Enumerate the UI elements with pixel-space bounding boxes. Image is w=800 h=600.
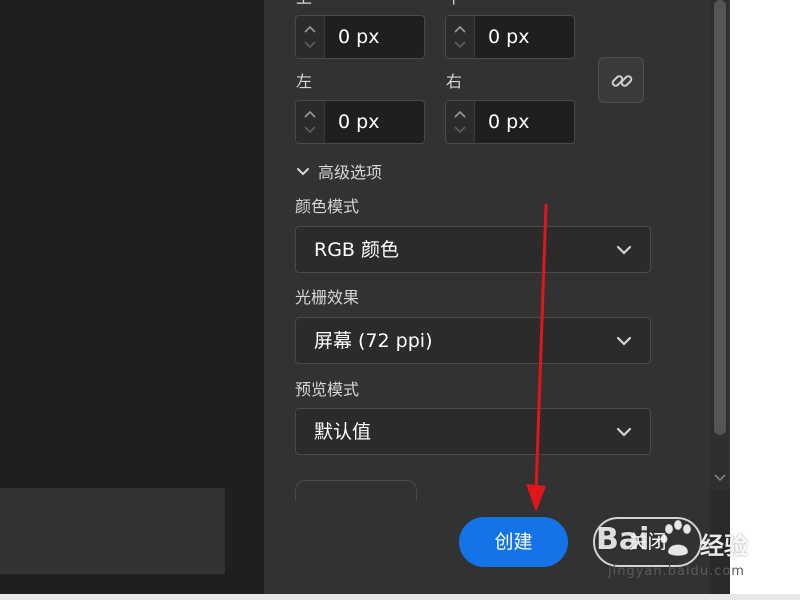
raster-effects-label: 光栅效果: [295, 288, 360, 307]
preset-thumbnail[interactable]: [0, 488, 225, 574]
scrollbar-thumb[interactable]: [714, 0, 726, 435]
margin-right-stepper[interactable]: 0 px: [445, 100, 575, 144]
advanced-options-label: 高级选项: [318, 163, 383, 182]
margin-right-label: 右: [446, 72, 463, 91]
margin-left-stepper[interactable]: 0 px: [295, 100, 425, 144]
link-margins-button[interactable]: [598, 57, 644, 103]
margin-top-label: 上: [296, 0, 312, 8]
preview-mode-value: 默认值: [314, 421, 372, 443]
margin-left-label: 左: [296, 72, 313, 91]
margin-top-value[interactable]: 0 px: [338, 26, 379, 48]
link-icon: [611, 75, 633, 87]
window-backdrop: [730, 0, 800, 600]
watermark-brand-right: 经验: [700, 532, 748, 560]
color-mode-select[interactable]: RGB 颜色: [295, 226, 651, 273]
stepper-arrows-icon[interactable]: [446, 101, 475, 143]
window-bottom-edge: [0, 594, 800, 600]
watermark-brand-left: Bai: [596, 522, 650, 557]
preview-mode-select[interactable]: 默认值: [295, 408, 651, 455]
stepper-arrows-icon[interactable]: [296, 16, 325, 58]
raster-effects-value: 屏幕 (72 ppi): [314, 330, 433, 352]
scroll-down-icon[interactable]: [712, 470, 728, 486]
watermark: Bai 经验 jingyan.baidu.com: [596, 512, 798, 584]
preview-mode-label: 预览模式: [295, 380, 360, 399]
raster-effects-select[interactable]: 屏幕 (72 ppi): [295, 317, 651, 364]
chevron-down-icon: [297, 168, 309, 176]
stepper-arrows-icon[interactable]: [296, 101, 325, 143]
margin-bottom-value[interactable]: 0 px: [488, 26, 529, 48]
margin-left-value[interactable]: 0 px: [338, 111, 379, 133]
margin-top-stepper[interactable]: 0 px: [295, 15, 425, 59]
margin-bottom-label: 下: [446, 0, 462, 8]
color-mode-value: RGB 颜色: [314, 239, 399, 261]
chevron-down-icon: [616, 336, 632, 346]
chevron-down-icon: [616, 245, 632, 255]
paw-icon: [660, 520, 692, 557]
stepper-arrows-icon[interactable]: [446, 16, 475, 58]
create-button[interactable]: 创建: [459, 517, 568, 567]
margin-bottom-stepper[interactable]: 0 px: [445, 15, 575, 59]
color-mode-label: 颜色模式: [295, 197, 360, 216]
new-document-dialog: 上 下 0 px 0 px 左 右 0 px: [0, 0, 800, 600]
margin-right-value[interactable]: 0 px: [488, 111, 529, 133]
chevron-down-icon: [616, 427, 632, 437]
watermark-url: jingyan.baidu.com: [608, 564, 745, 579]
template-button-partial[interactable]: [295, 480, 417, 500]
